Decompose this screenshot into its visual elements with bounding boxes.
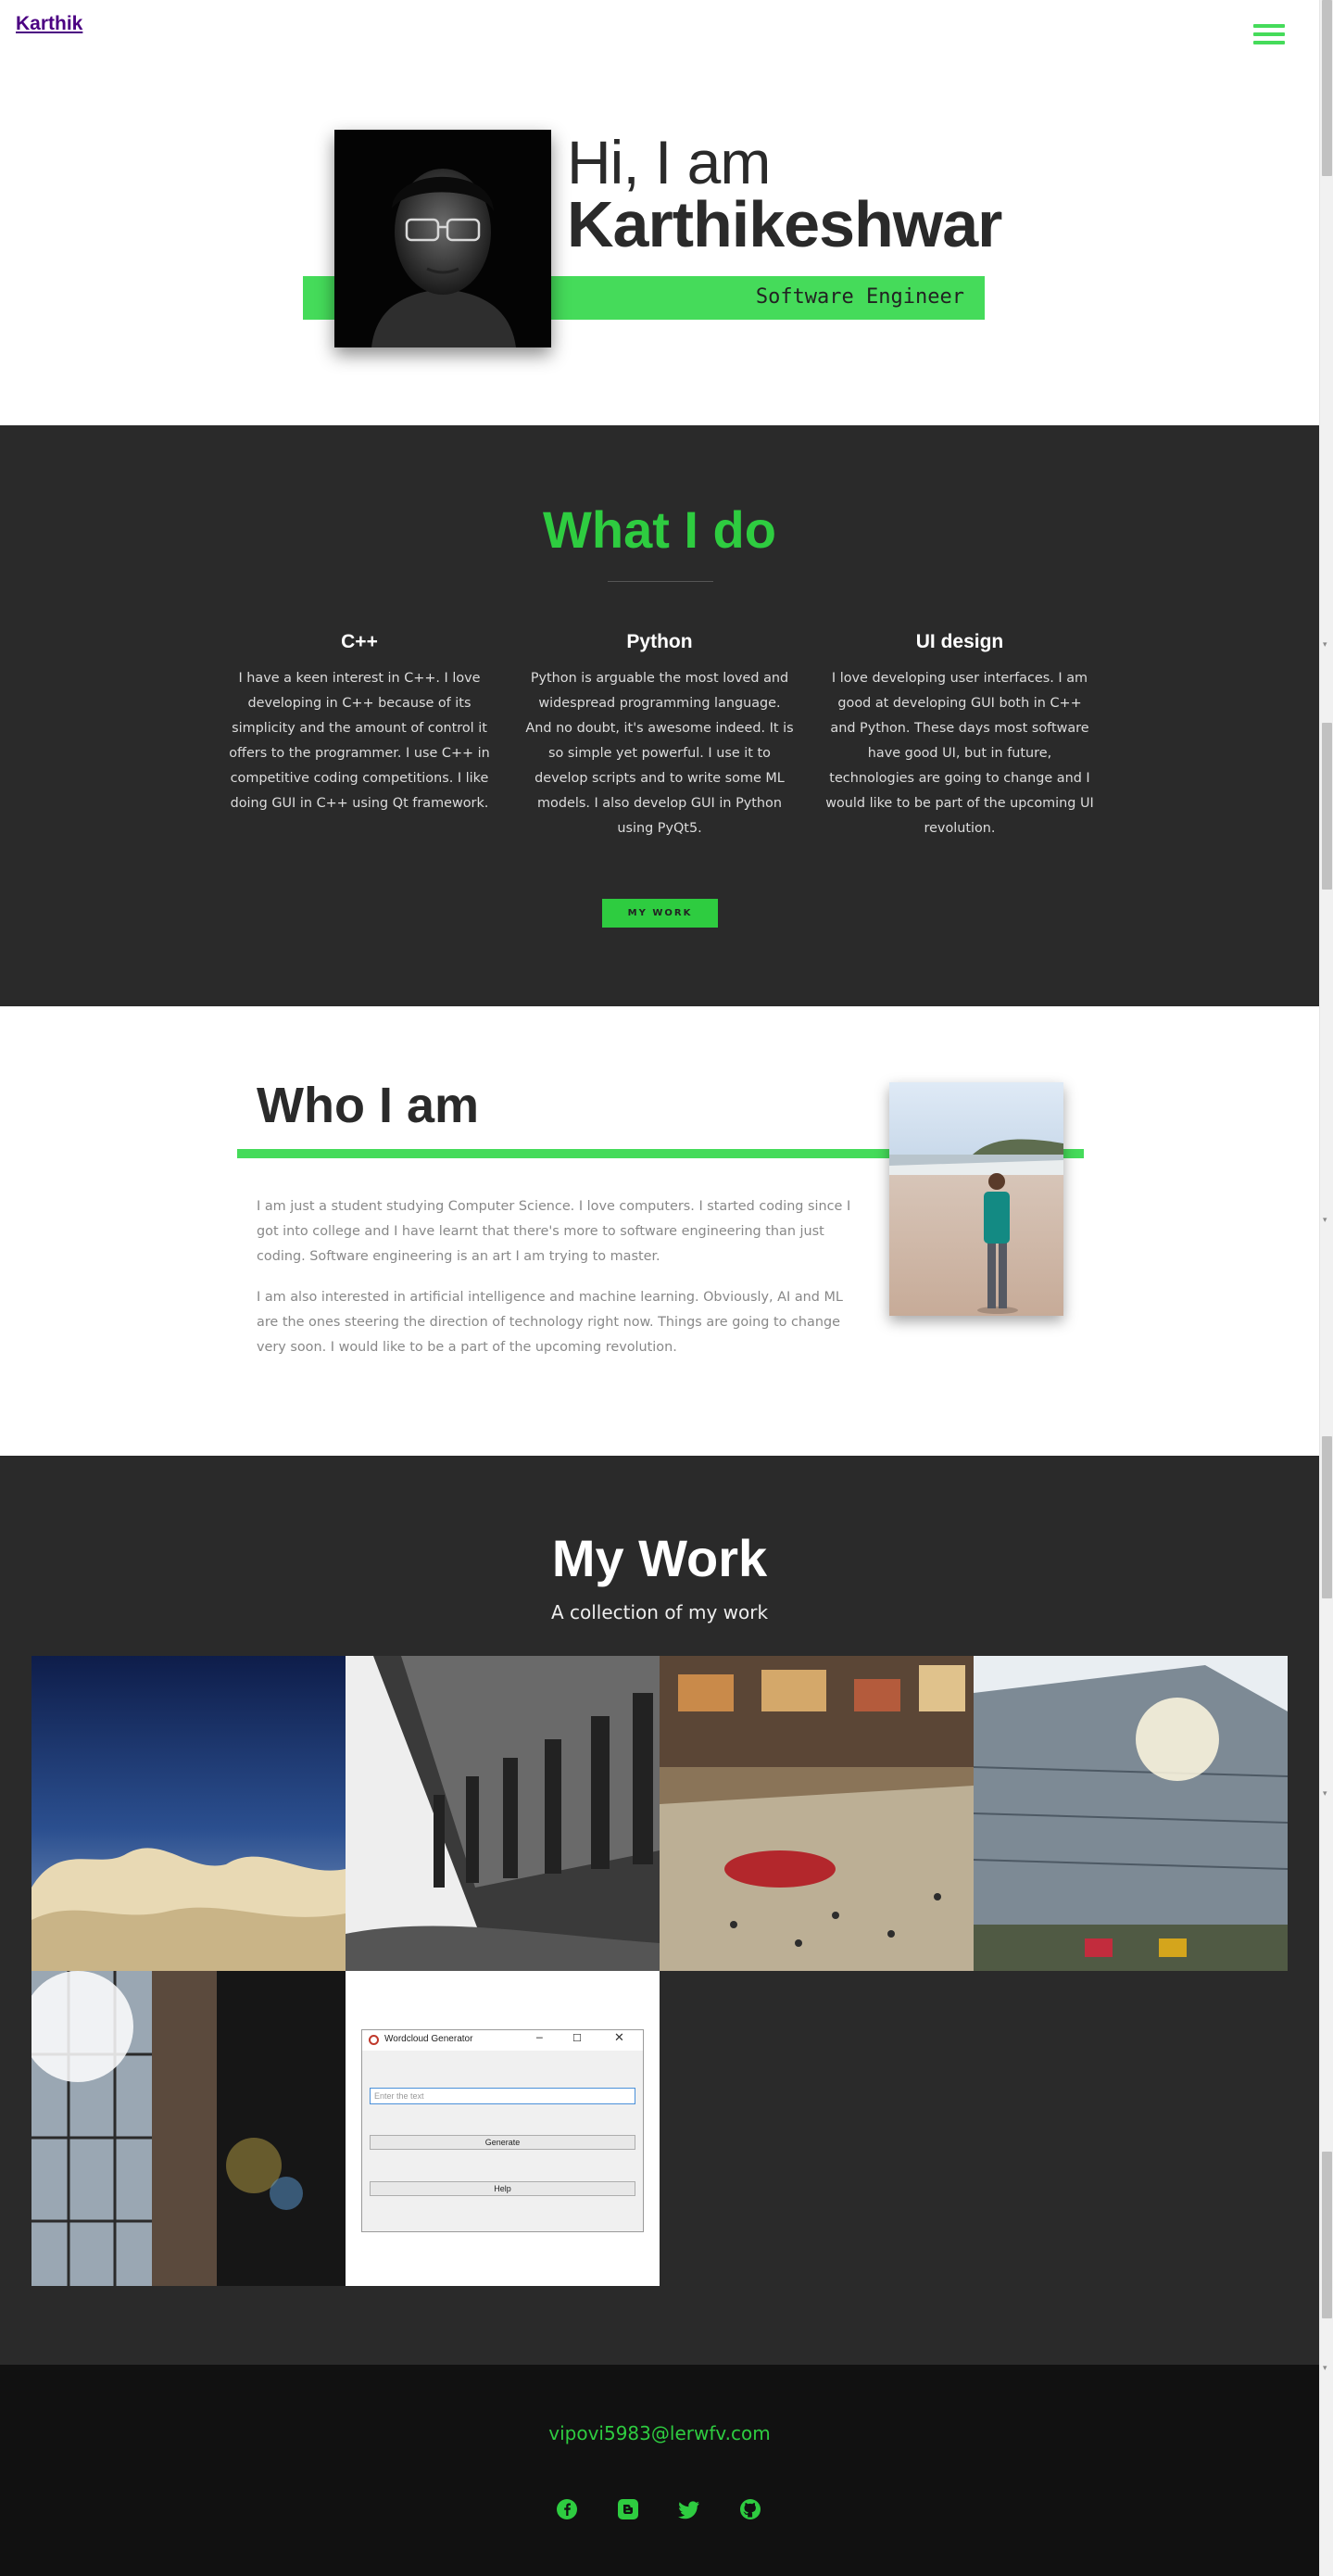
skill-text: Python is arguable the most loved and wi… — [525, 671, 794, 836]
github-icon[interactable] — [739, 2498, 761, 2520]
gallery-tile-sky[interactable] — [31, 1656, 346, 1971]
who-i-am-title: Who I am — [257, 1078, 479, 1133]
scrollbar-arrow-icon: ▾ — [1323, 2364, 1327, 2373]
about-paragraph: I am just a student studying Computer Sc… — [257, 1199, 851, 1264]
my-work-button[interactable]: MY WORK — [602, 899, 718, 928]
footer: vipovi5983@lerwfv.com — [0, 2365, 1319, 2576]
my-work-section: My Work A collection of my work Wordclou… — [0, 1456, 1319, 2365]
hero-name: Karthikeshwar — [567, 188, 1002, 260]
skill-card-cpp: C++ I have a keen interest in C++. I lov… — [225, 631, 494, 816]
gallery-tile-building[interactable] — [974, 1656, 1288, 1971]
brand-link[interactable]: Karthik — [16, 13, 82, 35]
what-i-do-section: What I do C++ I have a keen interest in … — [0, 425, 1319, 1006]
text-input[interactable]: Enter the text — [370, 2088, 635, 2104]
page-scrollbar[interactable]: ▾ ▾ ▾ ▾ — [1319, 0, 1333, 2576]
profile-photo — [334, 130, 551, 347]
section-title: My Work — [551, 1529, 768, 1587]
app-window: Wordcloud Generator ─ ☐ ✕ Enter the text… — [361, 2029, 644, 2232]
twitter-icon[interactable] — [678, 2498, 700, 2520]
scrollbar-thumb[interactable] — [1322, 0, 1332, 176]
scrollbar-arrow-icon: ▾ — [1323, 1789, 1327, 1799]
skill-heading: UI design — [915, 631, 1004, 652]
gallery-tile-window[interactable] — [31, 1971, 346, 2286]
maximize-icon[interactable]: ☐ — [572, 2032, 582, 2044]
skill-text: I have a keen interest in C++. I love de… — [229, 671, 490, 811]
scrollbar-arrow-icon: ▾ — [1323, 640, 1327, 650]
scrollbar-thumb — [1322, 2152, 1332, 2318]
skill-heading: Python — [626, 631, 693, 652]
skill-heading: C++ — [341, 631, 378, 652]
gallery-tile-mall[interactable] — [660, 1656, 974, 1971]
app-title: Wordcloud Generator — [384, 2034, 473, 2044]
gallery-tile-ruins[interactable] — [346, 1656, 660, 1971]
scrollbar-arrow-icon: ▾ — [1323, 1216, 1327, 1225]
hero-role: Software Engineer — [755, 285, 964, 309]
facebook-icon[interactable] — [556, 2498, 578, 2520]
section-subtitle: A collection of my work — [550, 1601, 769, 1623]
generate-button[interactable]: Generate — [370, 2135, 635, 2150]
section-title: What I do — [543, 500, 776, 559]
contact-email[interactable]: vipovi5983@lerwfv.com — [0, 2422, 1319, 2444]
scrollbar-thumb — [1322, 1436, 1332, 1598]
close-icon[interactable]: ✕ — [614, 2031, 624, 2045]
skill-text: I love developing user interfaces. I am … — [825, 671, 1094, 836]
skill-card-python: Python Python is arguable the most loved… — [525, 631, 794, 841]
help-button[interactable]: Help — [370, 2181, 635, 2196]
minimize-icon[interactable]: ─ — [536, 2032, 543, 2044]
beach-photo — [889, 1082, 1063, 1316]
app-titlebar: Wordcloud Generator ─ ☐ ✕ — [362, 2030, 643, 2051]
scrollbar-thumb — [1322, 723, 1332, 890]
skill-card-ui-design: UI design I love developing user interfa… — [825, 631, 1094, 841]
hamburger-menu-icon[interactable] — [1253, 24, 1285, 48]
blogger-icon[interactable] — [617, 2498, 639, 2520]
about-paragraph: I am also interested in artificial intel… — [257, 1290, 843, 1355]
app-icon — [369, 2035, 379, 2045]
section-divider — [608, 581, 713, 582]
gallery-tile-wordcloud-app[interactable]: Wordcloud Generator ─ ☐ ✕ Enter the text… — [346, 1971, 660, 2286]
